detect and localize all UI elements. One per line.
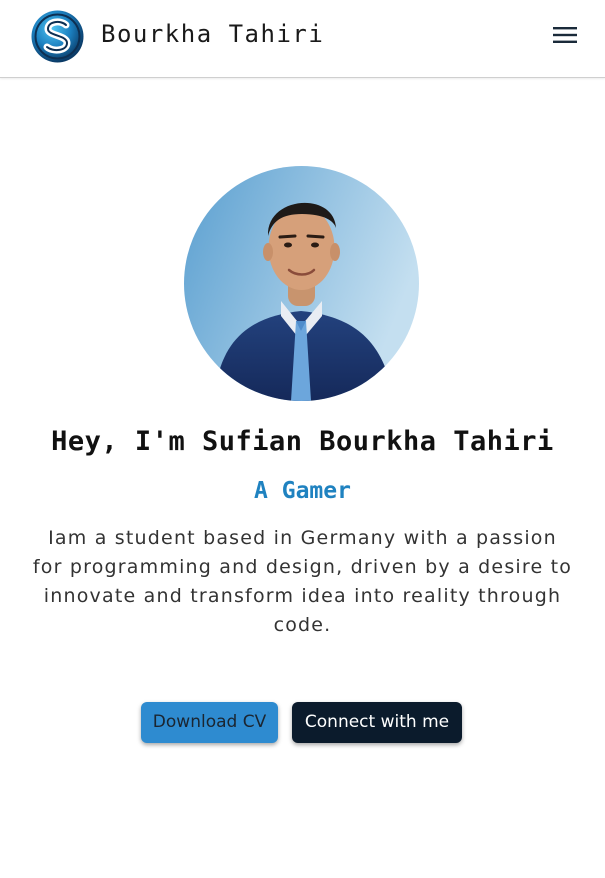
site-header: Bourkha Tahiri [0, 0, 605, 78]
profile-photo [184, 166, 419, 401]
hero-title: Hey, I'm Sufian Bourkha Tahiri [51, 426, 554, 457]
brand-name[interactable]: Bourkha Tahiri [101, 18, 324, 50]
menu-button[interactable] [550, 22, 580, 48]
hamburger-menu-icon [553, 27, 577, 43]
hero-description: Iam a student based in Germany with a pa… [32, 527, 573, 636]
connect-button[interactable]: Connect with me [292, 702, 462, 743]
s-logo-icon[interactable] [31, 10, 84, 63]
hero-role: A Gamer [254, 478, 351, 504]
download-cv-button[interactable]: Download CV [141, 702, 278, 743]
